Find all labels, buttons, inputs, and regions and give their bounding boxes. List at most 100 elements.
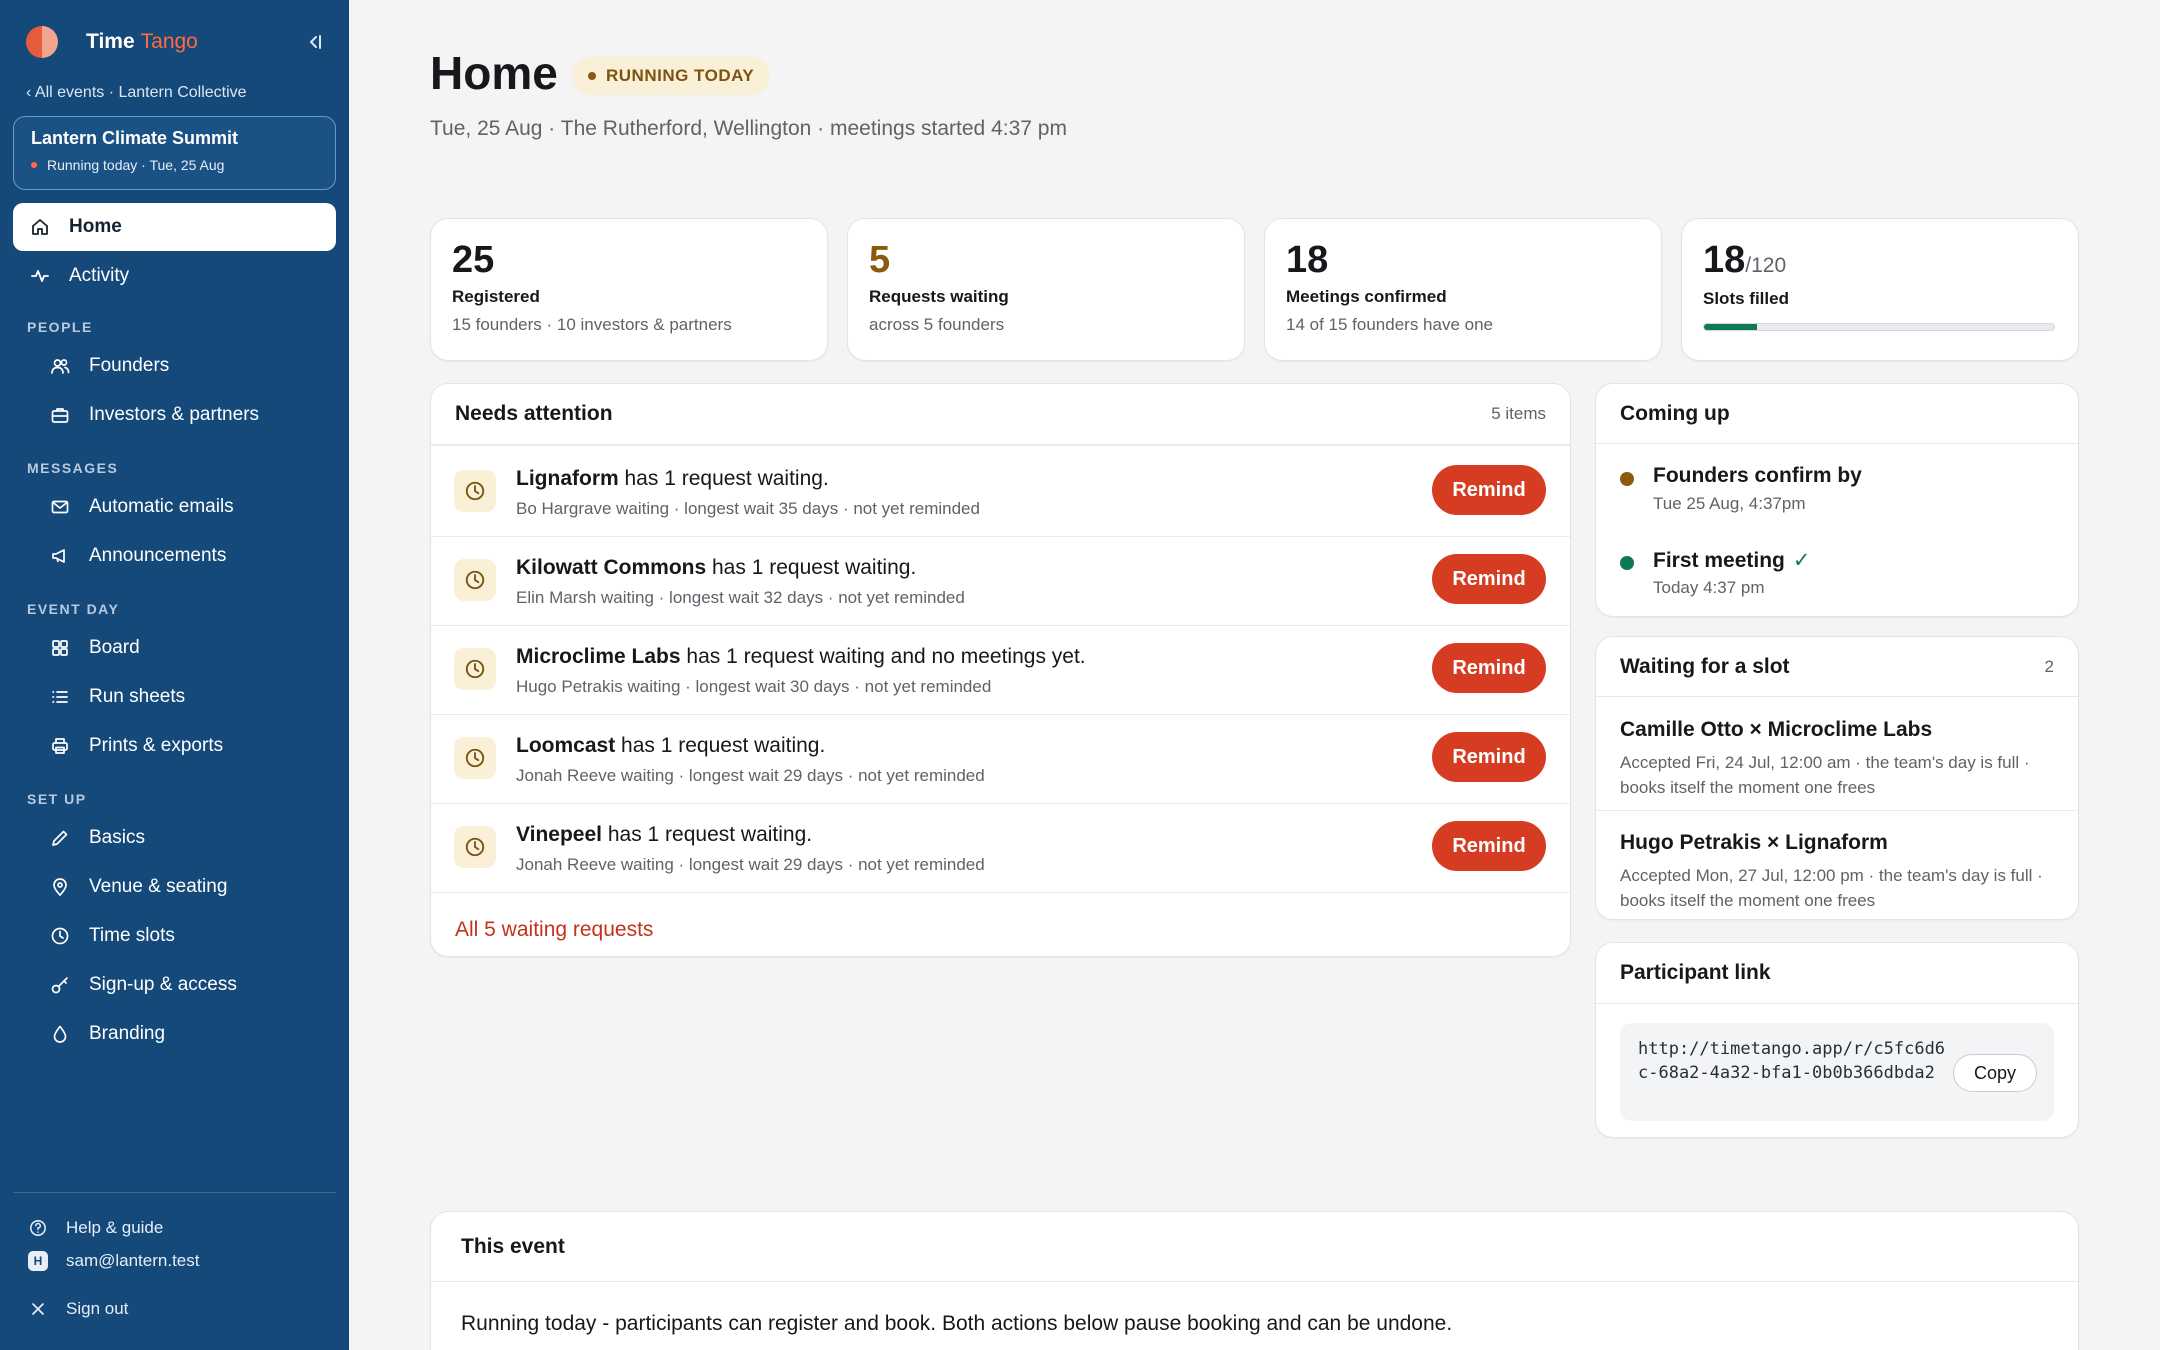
attention-title: Loomcast has 1 request waiting. [516,734,826,757]
brand-logo [26,26,58,58]
participant-link-box: http://timetango.app/r/c5fc6d6c-68a2-4a3… [1620,1023,2054,1121]
attention-detail: Hugo Petrakis waiting · longest wait 30 … [516,677,992,696]
stat-value: 18/120 [1703,239,1787,281]
attention-title: Microclime Labs has 1 request waiting an… [516,645,1086,668]
slots-progress-bar [1703,323,2055,331]
close-icon [28,1299,48,1319]
sidebar: Time Tango ‹ All events · Lantern Collect… [0,0,349,1350]
page-subtitle: Tue, 25 Aug · The Rutherford, Wellington… [430,117,1067,140]
section-event-day: EVENT DAY [27,601,120,617]
people-icon [49,355,71,377]
attention-row: Vinepeel has 1 request waiting. Jonah Re… [431,804,1570,893]
status-dot [31,162,37,168]
account-menu[interactable]: H sam@lantern.test [28,1246,199,1276]
clock-icon [454,737,496,779]
mail-icon [49,496,71,518]
nav-board[interactable]: Board [13,624,336,672]
back-to-all-events-link[interactable]: ‹ All events · Lantern Collective [26,84,247,102]
nav-automatic-emails[interactable]: Automatic emails [13,483,336,531]
nav-activity[interactable]: Activity [13,252,336,300]
help-icon [28,1218,48,1238]
page-title: Home [430,47,558,99]
waiting-detail: Accepted Mon, 27 Jul, 12:00 pm · the tea… [1620,866,2043,910]
remind-button[interactable]: Remind [1432,821,1546,871]
panel-title: This event [461,1234,565,1258]
stat-slots-filled[interactable]: 18/120 Slots filled [1681,218,2079,361]
event-description: Running today - participants can registe… [461,1312,1453,1335]
attention-detail: Jonah Reeve waiting · longest wait 29 da… [516,855,985,874]
attention-row: Microclime Labs has 1 request waiting an… [431,626,1570,715]
stat-meetings-confirmed[interactable]: 18 Meetings confirmed 14 of 15 founders … [1264,218,1662,361]
collapse-sidebar-icon[interactable] [300,28,328,56]
briefcase-icon [49,404,71,426]
activity-icon [29,265,51,287]
nav-time-slots[interactable]: Time slots [13,912,336,960]
nav-investors-partners[interactable]: Investors & partners [13,391,336,439]
item-count: 5 items [1491,404,1546,423]
waiting-title: Camille Otto × Microclime Labs [1620,718,1933,741]
brand[interactable]: Time Tango [26,24,198,60]
waiting-detail: Accepted Fri, 24 Jul, 12:00 am · the tea… [1620,753,2030,797]
panel-header: Waiting for a slot 2 [1596,637,2078,697]
section-people: PEOPLE [27,319,93,335]
attention-row: Loomcast has 1 request waiting. Jonah Re… [431,715,1570,804]
waiting-item[interactable]: Camille Otto × Microclime Labs Accepted … [1596,698,2078,811]
attention-row: Lignaform has 1 request waiting. Bo Harg… [431,448,1570,537]
nav-basics[interactable]: Basics [13,814,336,862]
remind-button[interactable]: Remind [1432,465,1546,515]
attention-title: Kilowatt Commons has 1 request waiting. [516,556,917,579]
sidebar-divider [13,1192,336,1193]
upcoming-title: First meeting ✓ [1653,549,1811,572]
nav-home[interactable]: Home [13,203,336,251]
event-switcher[interactable]: Lantern Climate Summit Running today · T… [13,116,336,190]
nav-venue-seating[interactable]: Venue & seating [13,863,336,911]
stat-label: Meetings confirmed [1286,287,1447,306]
waiting-title: Hugo Petrakis × Lignaform [1620,831,1888,854]
copy-link-button[interactable]: Copy [1953,1054,2037,1092]
all-waiting-requests-link[interactable]: All 5 waiting requests [455,918,653,942]
item-count: 2 [2044,656,2054,676]
event-status: Running today · Tue, 25 Aug [31,157,318,173]
remind-button[interactable]: Remind [1432,732,1546,782]
remind-button[interactable]: Remind [1432,643,1546,693]
stat-value: 18 [1286,239,1329,281]
nav-signup-access[interactable]: Sign-up & access [13,961,336,1009]
attention-title: Vinepeel has 1 request waiting. [516,823,813,846]
panel-title: Coming up [1620,401,1730,425]
clock-icon [49,925,71,947]
remind-button[interactable]: Remind [1432,554,1546,604]
nav-prints-exports[interactable]: Prints & exports [13,722,336,770]
coming-up-panel: Coming up Founders confirm by Tue 25 Aug… [1595,383,2079,617]
attention-row: Kilowatt Commons has 1 request waiting. … [431,537,1570,626]
section-messages: MESSAGES [27,460,119,476]
key-icon [49,974,71,996]
panel-header: Needs attention 5 items [431,384,1570,446]
stat-requests-waiting[interactable]: 5 Requests waiting across 5 founders [847,218,1245,361]
waiting-for-slot-panel: Waiting for a slot 2 Camille Otto × Micr… [1595,636,2079,920]
attention-detail: Jonah Reeve waiting · longest wait 29 da… [516,766,985,785]
section-set-up: SET UP [27,791,87,807]
brand-name: Time Tango [86,30,198,53]
stat-registered[interactable]: 25 Registered 15 founders · 10 investors… [430,218,828,361]
waiting-item[interactable]: Hugo Petrakis × Lignaform Accepted Mon, … [1596,811,2078,919]
stat-description: 15 founders · 10 investors & partners [452,315,732,334]
nav-run-sheets[interactable]: Run sheets [13,673,336,721]
stat-value: 25 [452,239,495,281]
panel-header: Participant link [1596,943,2078,1004]
sign-out-button[interactable]: Sign out [28,1294,128,1324]
nav-announcements[interactable]: Announcements [13,532,336,580]
status-dot [1620,556,1634,570]
nav-founders[interactable]: Founders [13,342,336,390]
status-badge: RUNNING TODAY [572,57,771,95]
nav-branding[interactable]: Branding [13,1010,336,1058]
clock-icon [454,470,496,512]
upcoming-time: Tue 25 Aug, 4:37pm [1653,494,1806,513]
help-guide-link[interactable]: Help & guide [28,1213,163,1243]
participant-url[interactable]: http://timetango.app/r/c5fc6d6c-68a2-4a3… [1638,1037,1948,1085]
printer-icon [49,735,71,757]
stat-value: 5 [869,239,891,281]
stat-label: Requests waiting [869,287,1009,306]
this-event-panel: This event Running today - participants … [430,1211,2079,1350]
panel-header: Coming up [1596,384,2078,444]
list-icon [49,686,71,708]
